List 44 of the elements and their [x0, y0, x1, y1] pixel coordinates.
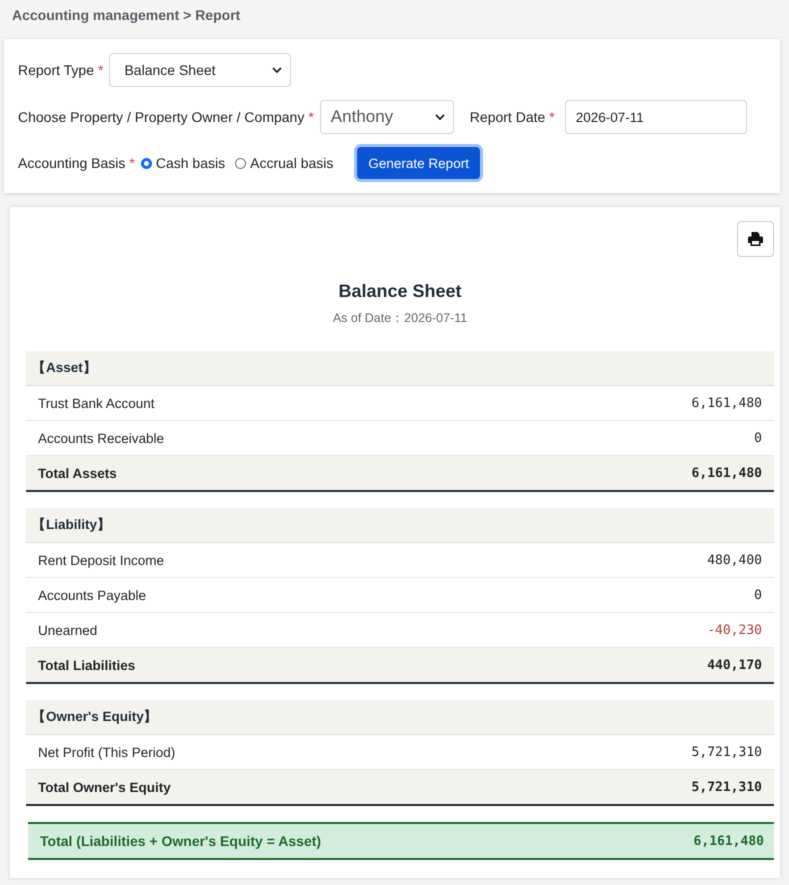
- section-heading: 【Liability】: [26, 508, 774, 543]
- amount-value: 5,721,310: [692, 780, 762, 794]
- field-label: Accounting Basis: [18, 155, 126, 171]
- breadcrumb: Accounting management > Report: [11, 6, 242, 25]
- date-field[interactable]: 2026-07-11: [564, 100, 747, 134]
- radio-option[interactable]: Accrual basis: [235, 155, 334, 171]
- total-label: Total Owner's Equity: [38, 780, 171, 794]
- report-date: As of Date：2026-07-11: [332, 310, 468, 327]
- required-mark: *: [308, 109, 314, 125]
- amount-value: -40,230: [707, 622, 762, 638]
- print-button[interactable]: [737, 221, 774, 257]
- radio-option[interactable]: Cash basis: [140, 155, 226, 171]
- amount-value: 0: [754, 588, 762, 602]
- printer-icon: [748, 232, 763, 246]
- account-label: Rent Deposit Income: [38, 552, 164, 568]
- required-mark: *: [129, 155, 135, 171]
- required-mark: *: [549, 109, 555, 125]
- amount-value: 6,161,480: [692, 396, 762, 410]
- section-heading: 【Owner's Equity】: [26, 700, 774, 735]
- field-label: Report Type: [18, 62, 94, 78]
- field-label: Report Date: [470, 109, 546, 125]
- generate-report-button[interactable]: Generate Report: [357, 147, 480, 179]
- amount-value: 440,170: [707, 658, 762, 672]
- field-label: Choose Property / Property Owner / Company: [18, 109, 304, 125]
- amount-value: 480,400: [707, 552, 762, 568]
- account-label: Unearned: [38, 622, 98, 638]
- amount-value: 5,721,310: [692, 744, 762, 760]
- report-title: Balance Sheet: [337, 281, 463, 302]
- caret-icon: [434, 114, 445, 120]
- caret-icon: [272, 66, 282, 74]
- account-label: Net Profit (This Period): [38, 744, 176, 760]
- account-label: Accounts Payable: [38, 588, 146, 602]
- total-label: Total Liabilities: [38, 658, 136, 672]
- grand-total-value: 6,161,480: [694, 834, 764, 848]
- total-label: Total Assets: [38, 466, 117, 480]
- account-label: Accounts Receivable: [38, 430, 164, 446]
- section-heading: 【Asset】: [26, 351, 774, 386]
- grand-total-label: Total (Liabilities + Owner's Equity = Asset): [40, 833, 322, 849]
- required-mark: *: [98, 62, 104, 78]
- report-type-select[interactable]: Balance Sheet: [109, 53, 292, 87]
- amount-value: 0: [754, 430, 762, 446]
- owner-select[interactable]: Anthony: [320, 100, 454, 134]
- amount-value: 6,161,480: [692, 466, 762, 480]
- account-label: Trust Bank Account: [38, 396, 155, 410]
